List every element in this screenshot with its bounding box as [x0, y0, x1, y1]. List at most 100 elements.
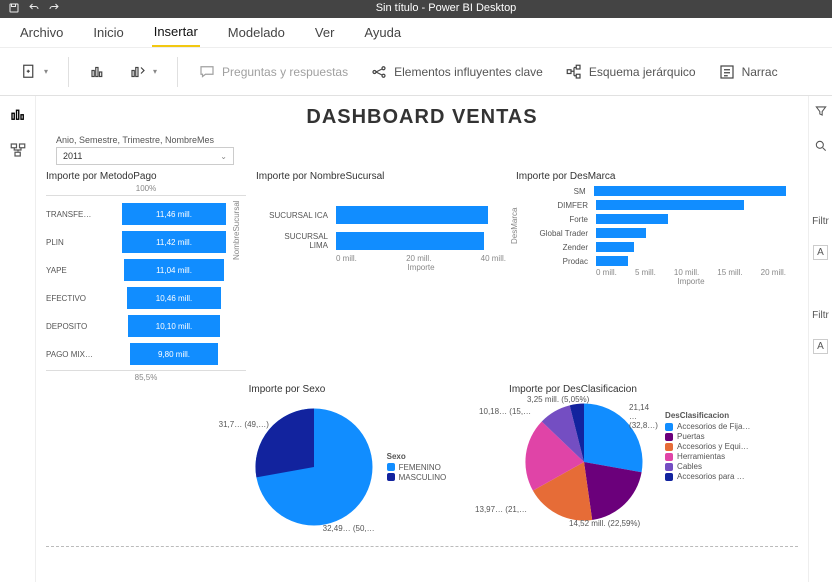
funnel-bar: 11,42 mill.: [122, 231, 225, 253]
y-axis-label: NombreSucursal: [232, 200, 241, 260]
bar-row: Zender: [526, 240, 786, 254]
workspace: DASHBOARD VENTAS Anio, Semestre, Trimest…: [0, 96, 832, 582]
bar-row: Prodac: [526, 254, 786, 268]
legend-item: FEMENINO: [387, 463, 447, 472]
tick-label: 20 mill.: [761, 268, 786, 277]
legend-label: Cables: [677, 462, 702, 471]
funnel-row: EFECTIVO 10,46 mill.: [46, 284, 246, 312]
ribbon-qna[interactable]: Preguntas y respuestas: [192, 59, 354, 85]
right-panel: Filtr A Filtr A: [808, 96, 832, 582]
viz-title: Importe por DesMarca: [516, 171, 786, 182]
chevron-down-icon: ▾: [153, 67, 157, 76]
undo-icon[interactable]: [28, 2, 40, 17]
legend-swatch: [387, 463, 395, 471]
tick-label: 40 mill.: [481, 254, 506, 263]
filter-icon[interactable]: [814, 104, 828, 121]
category-label: DIMFER: [526, 201, 592, 210]
funnel-bar: 9,80 mill.: [130, 343, 219, 365]
titlebar: Sin título - Power BI Desktop: [0, 0, 832, 18]
data-label: 3,25 mill. (5,05%): [527, 395, 589, 404]
tab-ayuda[interactable]: Ayuda: [362, 19, 403, 46]
category-label: Zender: [526, 243, 592, 252]
legend-label: FEMENINO: [399, 463, 441, 472]
left-rail: [0, 96, 36, 582]
data-label: 31,7… (49,…): [219, 420, 269, 429]
bar: [596, 242, 634, 252]
filters-pane-label[interactable]: Filtr: [812, 216, 829, 227]
tick-label: 15 mill.: [717, 268, 742, 277]
report-view-icon[interactable]: [8, 104, 28, 124]
legend-item: Cables: [665, 462, 750, 471]
bar-row: Global Trader: [526, 226, 786, 240]
category-label: TRANSFER…: [46, 210, 96, 219]
x-axis-label: Importe: [596, 277, 786, 286]
legend-title: Sexo: [387, 452, 447, 461]
viz-title: Importe por MetodoPago: [46, 171, 246, 182]
ribbon-decomposition-tree[interactable]: Esquema jerárquico: [559, 59, 702, 85]
category-label: YAPE: [46, 266, 96, 275]
tab-modelado[interactable]: Modelado: [226, 19, 287, 46]
funnel-bar: 11,04 mill.: [124, 259, 224, 281]
filter-card[interactable]: A: [813, 339, 828, 354]
redo-icon[interactable]: [48, 2, 60, 17]
tick-label: 0 mill.: [596, 268, 617, 277]
data-label: 32,49… (50,…: [323, 524, 375, 533]
page-title: DASHBOARD VENTAS: [46, 106, 798, 129]
page-separator: [46, 545, 798, 547]
legend-label: Accesorios de Fija…: [677, 422, 750, 431]
tab-ver[interactable]: Ver: [313, 19, 337, 46]
legend-label: Accesorios y Equi…: [677, 442, 749, 451]
filter-card[interactable]: A: [813, 245, 828, 260]
viz-pie-sexo[interactable]: Importe por Sexo 31,7… (49,…) 32,49… (50…: [249, 384, 499, 537]
report-canvas[interactable]: DASHBOARD VENTAS Anio, Semestre, Trimest…: [36, 96, 808, 582]
search-icon[interactable]: [814, 139, 828, 156]
legend-swatch: [665, 443, 673, 451]
tab-insertar[interactable]: Insertar: [152, 18, 200, 47]
viz-pie-clasificacion[interactable]: Importe por DesClasificacion 3,25 mill. …: [509, 384, 798, 537]
menubar: Archivo Inicio Insertar Modelado Ver Ayu…: [0, 18, 832, 48]
chevron-down-icon: ▾: [44, 67, 48, 76]
funnel-bar: 10,46 mill.: [127, 287, 222, 309]
category-label: EFECTIVO: [46, 294, 96, 303]
category-label: SUCURSAL ICA: [266, 211, 332, 220]
bar: [596, 256, 628, 266]
viz-bar-sucursal[interactable]: Importe por NombreSucursal NombreSucursa…: [256, 171, 506, 382]
tab-archivo[interactable]: Archivo: [18, 19, 65, 46]
bar-row: Forte: [526, 212, 786, 226]
viz-bar-marca[interactable]: Importe por DesMarca DesMarca SM DIMFER …: [516, 171, 786, 382]
tick-label: 20 mill.: [406, 254, 431, 263]
ribbon-esquema-label: Esquema jerárquico: [589, 65, 696, 79]
model-view-icon[interactable]: [8, 140, 28, 160]
data-label: 14,52 mill. (22,59%): [569, 519, 640, 528]
legend-item: Accesorios y Equi…: [665, 442, 750, 451]
ribbon-narrative[interactable]: Narrac: [712, 59, 784, 85]
viz-title: Importe por DesClasificacion: [509, 384, 798, 395]
viz-funnel-metodopago[interactable]: Importe por MetodoPago 100% TRANSFER… 11…: [46, 171, 246, 382]
tab-inicio[interactable]: Inicio: [91, 19, 125, 46]
ribbon-new-page[interactable]: ▾: [14, 59, 54, 85]
legend-item: Puertas: [665, 432, 750, 441]
filters-pane-label[interactable]: Filtr: [812, 310, 829, 321]
funnel-bar: 10,10 mill.: [128, 315, 219, 337]
ribbon-narracion-label: Narrac: [742, 65, 778, 79]
legend-swatch: [665, 463, 673, 471]
funnel-row: DEPOSITO 10,10 mill.: [46, 312, 246, 340]
x-axis-ticks: 0 mill. 20 mill. 40 mill.: [336, 254, 506, 263]
bar-row: SUCURSAL LIMA: [266, 228, 506, 254]
funnel-row: PLIN 11,42 mill.: [46, 228, 246, 256]
legend-item: Accesorios para …: [665, 472, 750, 481]
legend-title: DesClasificacion: [665, 411, 750, 420]
ribbon-visual[interactable]: [83, 59, 113, 85]
category-label: PLIN: [46, 238, 96, 247]
tick-label: 0 mill.: [336, 254, 357, 263]
legend-swatch: [665, 433, 673, 441]
ribbon-more-visuals[interactable]: ▾: [123, 59, 163, 85]
legend-swatch: [387, 473, 395, 481]
slicer[interactable]: Anio, Semestre, Trimestre, NombreMes 201…: [56, 135, 798, 165]
slicer-dropdown[interactable]: 2011 ⌄: [56, 147, 234, 165]
funnel-top-percent: 100%: [46, 184, 246, 193]
bar: [596, 214, 668, 224]
save-icon[interactable]: [8, 2, 20, 17]
ribbon-key-influencers[interactable]: Elementos influyentes clave: [364, 59, 549, 85]
funnel-bar: 11,46 mill.: [122, 203, 226, 225]
